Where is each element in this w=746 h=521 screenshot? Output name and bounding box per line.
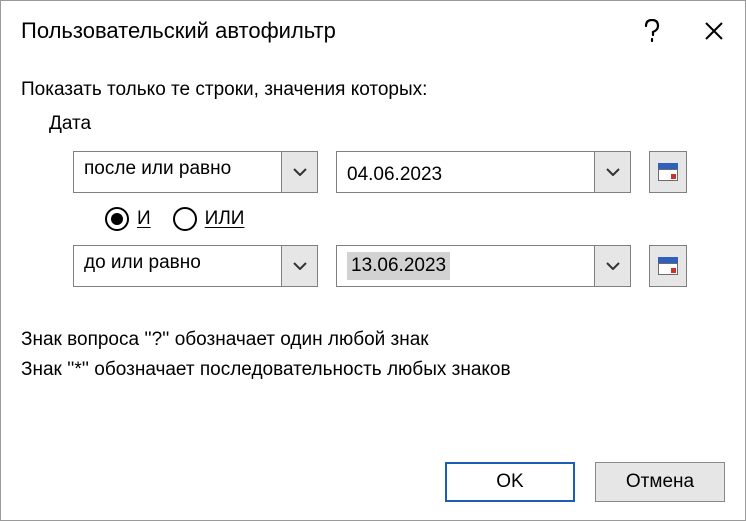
cancel-button[interactable]: Отмена bbox=[595, 462, 725, 502]
help-button[interactable] bbox=[621, 1, 683, 61]
value-2-combo[interactable]: 13.06.2023 bbox=[336, 245, 631, 287]
calendar-icon bbox=[658, 257, 678, 275]
condition-1-combo[interactable]: после или равно bbox=[73, 151, 318, 193]
radio-or[interactable]: ИЛИ bbox=[173, 207, 245, 231]
condition-2-combo[interactable]: до или равно bbox=[73, 245, 318, 287]
close-icon bbox=[704, 21, 724, 41]
criteria-row-2: до или равно 13.06.2023 bbox=[73, 245, 725, 287]
value-1-dropdown[interactable] bbox=[594, 152, 630, 192]
hints-block: Знак вопроса ''?'' обозначает один любой… bbox=[21, 329, 725, 381]
dialog-body: Показать только те строки, значения кото… bbox=[1, 61, 745, 444]
value-2-text: 13.06.2023 bbox=[347, 252, 450, 280]
hint-asterisk: Знак ''*'' обозначает последовательность… bbox=[21, 359, 725, 381]
chevron-down-icon bbox=[606, 262, 620, 270]
radio-or-label: ИЛИ bbox=[205, 208, 245, 230]
hint-question-mark: Знак вопроса ''?'' обозначает один любой… bbox=[21, 329, 725, 351]
criteria-row-1: после или равно 04.06.2023 bbox=[73, 151, 725, 193]
value-1-text: 04.06.2023 bbox=[337, 158, 594, 186]
custom-autofilter-dialog: Пользовательский автофильтр Показать тол… bbox=[0, 0, 746, 521]
close-button[interactable] bbox=[683, 1, 745, 61]
calendar-icon bbox=[658, 163, 678, 181]
chevron-down-icon bbox=[293, 262, 307, 270]
value-2-dropdown[interactable] bbox=[594, 246, 630, 286]
instruction-text: Показать только те строки, значения кото… bbox=[21, 79, 725, 101]
value-1-combo[interactable]: 04.06.2023 bbox=[336, 151, 631, 193]
chevron-down-icon bbox=[293, 168, 307, 176]
help-icon bbox=[644, 19, 660, 43]
radio-and-circle bbox=[105, 207, 129, 231]
radio-or-circle bbox=[173, 207, 197, 231]
condition-1-text: после или равно bbox=[74, 152, 281, 192]
condition-2-dropdown[interactable] bbox=[281, 246, 317, 286]
condition-1-dropdown[interactable] bbox=[281, 152, 317, 192]
dialog-title: Пользовательский автофильтр bbox=[21, 18, 621, 44]
logic-row: И ИЛИ bbox=[105, 207, 725, 231]
radio-and[interactable]: И bbox=[105, 207, 151, 231]
title-bar: Пользовательский автофильтр bbox=[1, 1, 745, 61]
dialog-footer: OK Отмена bbox=[1, 444, 745, 520]
field-label: Дата bbox=[49, 113, 725, 135]
date-picker-1-button[interactable] bbox=[649, 151, 687, 193]
condition-2-text: до или равно bbox=[74, 246, 281, 286]
date-picker-2-button[interactable] bbox=[649, 245, 687, 287]
ok-button[interactable]: OK bbox=[445, 462, 575, 502]
chevron-down-icon bbox=[606, 168, 620, 176]
radio-and-label: И bbox=[137, 208, 151, 230]
